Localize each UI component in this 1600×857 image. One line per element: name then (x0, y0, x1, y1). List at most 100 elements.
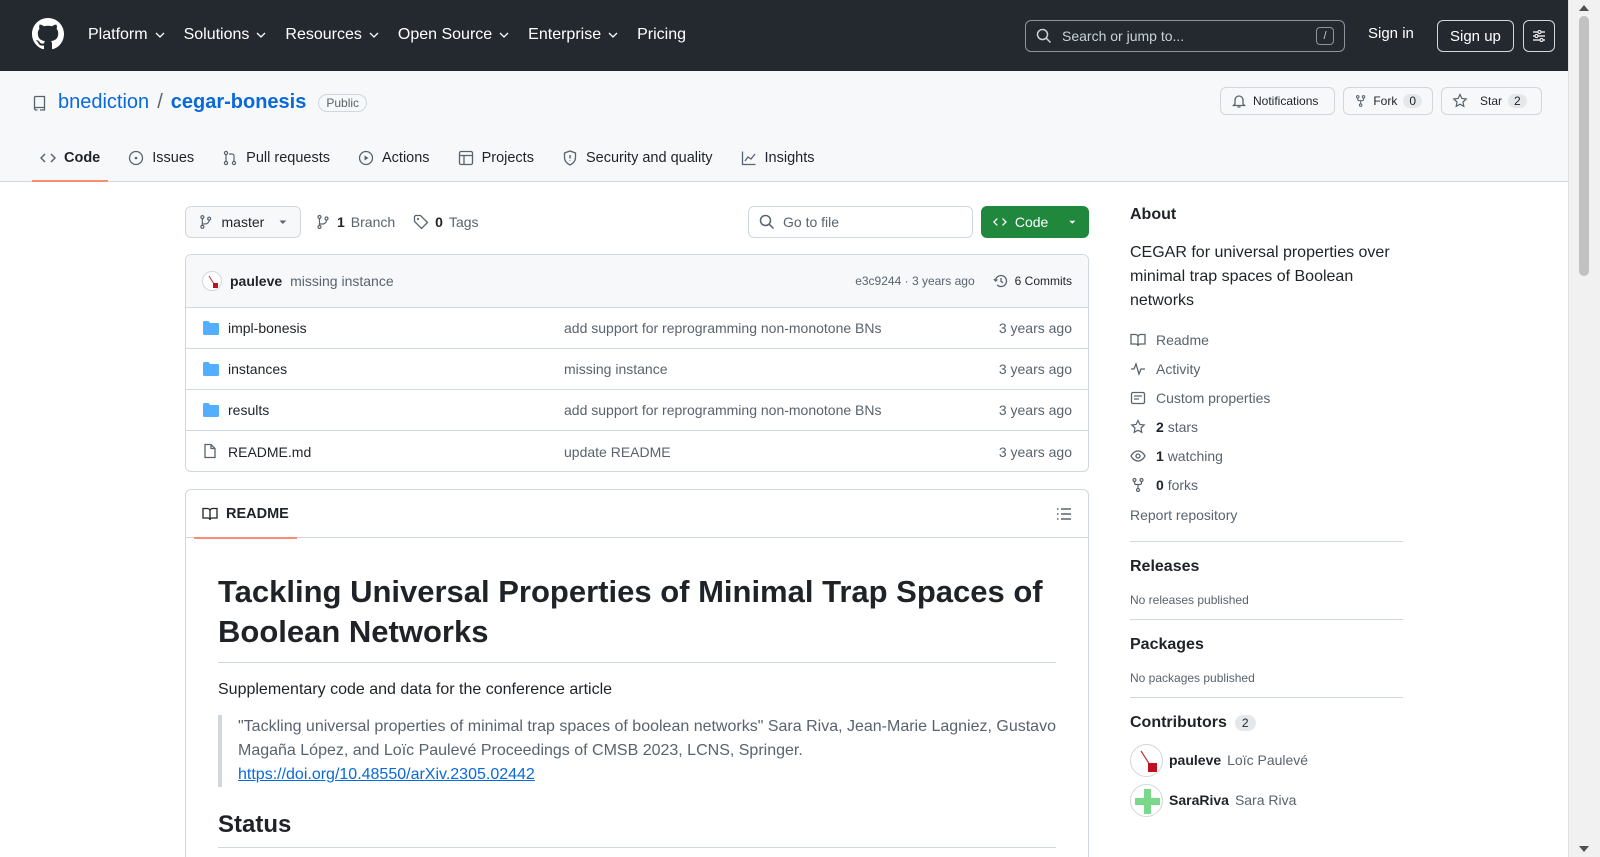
fork-icon (1355, 95, 1366, 107)
notifications-button[interactable]: Notifications (1220, 87, 1335, 115)
global-header: Platform Solutions Resources Open Source… (0, 0, 1568, 71)
star-label: Star (1480, 94, 1503, 108)
file-row-results[interactable]: results add support for reprogramming no… (186, 390, 1088, 431)
sign-up-button[interactable]: Sign up (1437, 20, 1514, 52)
commit-message[interactable]: missing instance (290, 273, 394, 289)
scroll-down-arrow-icon[interactable] (1579, 846, 1589, 852)
readme-tab-label: README (226, 506, 289, 522)
star-icon (1452, 93, 1468, 108)
nav-label: Platform (88, 26, 148, 43)
sidebar-divider (1130, 697, 1403, 698)
branch-selector-button[interactable]: master (185, 206, 301, 238)
table-of-contents-icon[interactable] (1056, 506, 1072, 522)
avatar[interactable] (202, 271, 222, 291)
packages-heading[interactable]: Packages (1130, 636, 1403, 654)
tab-projects[interactable]: Projects (450, 133, 542, 182)
nav-platform[interactable]: Platform (88, 24, 166, 46)
stars-link[interactable]: 2 stars (1130, 412, 1403, 441)
forks-link[interactable]: 0 forks (1130, 470, 1403, 499)
commits-count: 6 Commits (1014, 274, 1072, 288)
repo-tabs: Code Issues Pull requests Actions Projec… (32, 133, 834, 182)
tab-label: Security and quality (585, 149, 713, 166)
pull-request-icon (223, 150, 237, 165)
file-name[interactable]: results (228, 402, 269, 418)
forks-count: 0 (1156, 476, 1164, 493)
nav-resources[interactable]: Resources (285, 24, 379, 46)
chevron-down-icon (608, 32, 618, 38)
sidebar-divider (1130, 541, 1403, 542)
nav-open-source[interactable]: Open Source (398, 24, 510, 46)
contributor-item[interactable]: SaraRiva Sara Riva (1130, 780, 1403, 820)
file-name[interactable]: README.md (228, 444, 311, 460)
readme-link[interactable]: Readme (1130, 325, 1403, 354)
report-repository-link[interactable]: Report repository (1130, 500, 1403, 529)
code-dropdown-button[interactable]: Code (981, 206, 1089, 238)
commit-age: 3 years ago (911, 274, 975, 288)
tags-link[interactable]: 0 Tags (413, 214, 479, 230)
watching-link[interactable]: 1 watching (1130, 441, 1403, 470)
file-commit-message[interactable]: missing instance (564, 361, 668, 377)
tab-issues[interactable]: Issues (120, 133, 202, 182)
custom-properties-link[interactable]: Custom properties (1130, 383, 1403, 412)
activity-link[interactable]: Activity (1130, 354, 1403, 383)
nav-solutions[interactable]: Solutions (184, 24, 268, 46)
nav-label: Enterprise (528, 26, 602, 43)
fork-button[interactable]: Fork 0 (1343, 87, 1433, 115)
contributor-item[interactable]: pauleve Loïc Paulevé (1130, 740, 1403, 780)
branches-link[interactable]: 1 Branch (315, 214, 395, 230)
commit-author[interactable]: pauleve (230, 273, 282, 289)
branch-count: 1 (337, 214, 345, 230)
releases-empty: No releases published (1130, 593, 1249, 607)
releases-heading[interactable]: Releases (1130, 558, 1403, 576)
star-button[interactable]: Star 2 (1441, 87, 1542, 115)
commit-sha-age[interactable]: e3c9244 · 3 years ago (855, 274, 974, 288)
tab-insights[interactable]: Insights (733, 133, 823, 182)
nav-pricing[interactable]: Pricing (637, 24, 686, 46)
file-name[interactable]: impl-bonesis (228, 320, 307, 336)
global-search-input[interactable]: Search or jump to... / (1025, 20, 1345, 52)
link-label: Activity (1156, 360, 1201, 377)
repository-header: bnediction / cegar-bonesis Public Notifi… (0, 71, 1568, 182)
file-date: 3 years ago (998, 402, 1072, 418)
page-scrollbar[interactable] (1568, 0, 1600, 857)
contributor-name: Loïc Paulevé (1227, 752, 1309, 768)
file-row-readme[interactable]: README.md update README 3 years ago (186, 431, 1088, 471)
scrollbar-thumb[interactable] (1579, 16, 1589, 276)
github-logo-icon[interactable] (32, 18, 64, 50)
sign-in-link[interactable]: Sign in (1368, 25, 1414, 42)
file-commit-message[interactable]: add support for reprogramming non-monoto… (564, 402, 882, 418)
readme-tab[interactable]: README (194, 490, 297, 539)
appearance-settings-button[interactable] (1523, 20, 1555, 52)
commits-link[interactable]: 6 Commits (993, 273, 1072, 289)
tab-security[interactable]: Security and quality (554, 133, 721, 182)
chevron-down-icon (256, 32, 266, 38)
contributors-heading[interactable]: Contributors 2 (1130, 714, 1403, 732)
contributors-title: Contributors (1130, 714, 1227, 731)
sidebar-divider (1130, 619, 1403, 620)
go-to-file-input[interactable]: Go to file (748, 206, 973, 238)
packages-empty: No packages published (1130, 671, 1255, 685)
repo-name-link[interactable]: cegar-bonesis (171, 91, 307, 114)
tag-label: Tags (448, 214, 479, 230)
file-row-impl-bonesis[interactable]: impl-bonesis add support for reprogrammi… (186, 308, 1088, 349)
tab-label: Insights (764, 149, 815, 166)
nav-enterprise[interactable]: Enterprise (528, 24, 619, 46)
repo-owner-link[interactable]: bnediction (58, 91, 149, 114)
doi-link[interactable]: https://doi.org/10.48550/arXiv.2305.0244… (238, 766, 535, 783)
tab-actions[interactable]: Actions (350, 133, 438, 182)
table-icon (458, 150, 473, 165)
readme-section-heading: Status (218, 811, 1056, 848)
file-list: pauleve missing instance e3c9244 · 3 yea… (185, 254, 1089, 472)
file-name[interactable]: instances (228, 361, 287, 377)
repo-sidebar: About CEGAR for universal properties ove… (1130, 206, 1403, 820)
file-row-instances[interactable]: instances missing instance 3 years ago (186, 349, 1088, 390)
scroll-up-arrow-icon[interactable] (1579, 5, 1589, 11)
link-label: Custom properties (1156, 389, 1271, 406)
file-commit-message[interactable]: add support for reprogramming non-monoto… (564, 320, 882, 336)
file-commit-message[interactable]: update README (564, 444, 671, 460)
tab-code[interactable]: Code (32, 133, 109, 182)
note-icon (1130, 391, 1146, 404)
avatar (1130, 743, 1163, 777)
commit-sha: e3c9244 (855, 274, 902, 288)
tab-pull-requests[interactable]: Pull requests (214, 133, 338, 182)
